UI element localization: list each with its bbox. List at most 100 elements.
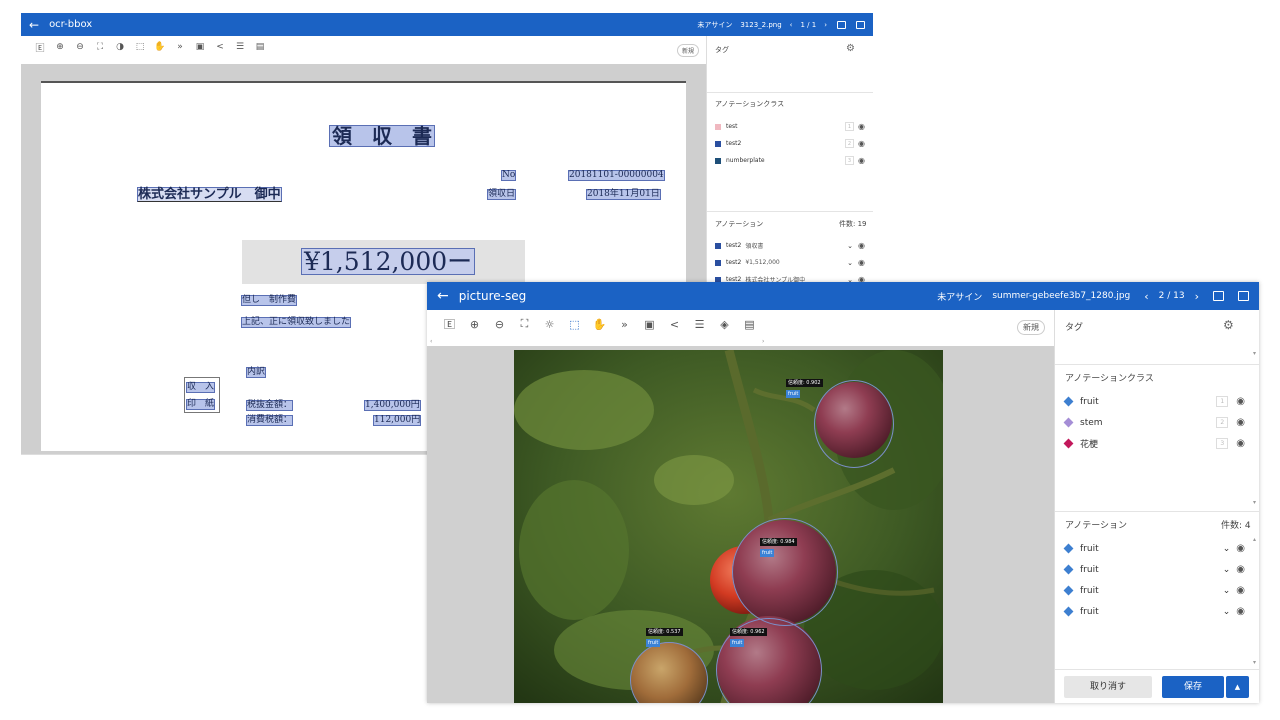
annotation-item-2[interactable]: test2 ¥1,512,000 ⌄ ◉ [715,254,865,271]
share-icon[interactable]: < [662,318,687,331]
class-item-3[interactable]: numberplate 3 ◉ [715,152,865,169]
class-item-1[interactable]: fruit 1 ◉ [1063,391,1245,412]
contrast-icon[interactable]: ◑ [110,42,130,52]
bbox-stamp1[interactable]: 収 入 [186,382,216,393]
hand-tool-icon[interactable]: ✋ [587,318,612,331]
horizontal-scrollbar[interactable]: ‹ › [427,338,1054,346]
next-page-icon[interactable]: › [824,21,827,29]
info-icon[interactable]: 🄴 [437,316,462,332]
bbox-tax-ex-label[interactable]: 税抜金額： [246,400,294,411]
back-arrow-icon[interactable]: ← [29,18,39,32]
eye-icon[interactable]: ◉ [1236,585,1245,596]
tag-scroll-icon[interactable]: ▾ [1253,350,1257,357]
zoom-out-icon[interactable]: ⊖ [70,42,90,52]
info-icon[interactable]: 🄴 [30,41,50,54]
back-arrow-icon[interactable]: ← [437,288,449,304]
annotation-item-3[interactable]: fruit ⌄ ◉ [1063,580,1245,601]
prev-page-icon[interactable]: ‹ [1144,290,1148,303]
notes-icon[interactable] [837,20,846,29]
fruit-mask-2[interactable] [732,518,838,626]
bbox-stamp2[interactable]: 印 紙 [186,399,216,410]
fruit-mask-1[interactable] [814,380,894,468]
image-canvas[interactable]: 信頼度: 0.902 fruit 信頼度: 0.984 fruit 信頼度: 0… [427,346,1054,703]
zoom-in-icon[interactable]: ⊕ [462,318,487,331]
skip-icon[interactable]: » [612,318,637,331]
bbox-tax-label[interactable]: 消費税額： [246,415,294,426]
bbox-company[interactable]: 株式会社サンプル 御中 [137,187,282,202]
notes-icon[interactable] [1213,291,1224,301]
prev-page-icon[interactable]: ‹ [790,21,793,29]
save-options-chevron-icon[interactable]: ▲ [1226,676,1249,698]
bbox-memo1[interactable]: 但し 制作費 [241,295,298,306]
annotation-scroll-icon[interactable]: ▴ [1253,536,1257,543]
class-scroll-icon[interactable]: ▾ [1253,499,1257,506]
new-button[interactable]: 新規 [1017,320,1045,335]
bbox-no-label[interactable]: No [501,170,517,181]
chart-icon[interactable]: ▤ [250,42,270,52]
annotation-item-1[interactable]: test2 領収書 ⌄ ◉ [715,237,865,254]
annotation-item-2[interactable]: fruit ⌄ ◉ [1063,559,1245,580]
bbox-tax-value[interactable]: 112,000円 [373,415,422,426]
bbox-date-label[interactable]: 領収日 [487,189,517,200]
zoom-out-icon[interactable]: ⊖ [487,318,512,331]
eye-icon[interactable]: ◉ [1236,396,1245,407]
scroll-right-icon[interactable]: › [762,338,764,345]
eye-icon[interactable]: ◉ [858,122,865,131]
bbox-breakdown[interactable]: 内訳 [246,367,267,378]
share-icon[interactable]: < [210,42,230,52]
gear-icon[interactable]: ⚙ [846,43,855,54]
bbox-tool-icon[interactable]: ⬚ [130,42,150,52]
chevron-down-icon[interactable]: ⌄ [1223,607,1231,617]
bbox-amount[interactable]: ¥1,512,000ー [301,248,476,275]
eye-icon[interactable]: ◉ [1236,438,1245,449]
keyboard-icon[interactable] [856,20,865,29]
save-icon[interactable]: ▣ [190,42,210,52]
bbox-tax-ex-value[interactable]: 1,400,000円 [364,400,421,411]
cancel-button[interactable]: 取り消す [1064,676,1152,698]
brightness-icon[interactable]: ☼ [537,318,562,331]
bbox-date-value[interactable]: 2018年11月01日 [586,189,661,200]
fit-screen-icon[interactable]: ⛶ [512,317,537,331]
gear-icon[interactable]: ⚙ [1223,318,1234,332]
comment-icon[interactable]: ☰ [230,42,250,52]
assignee-label[interactable]: 未アサイン [937,290,982,303]
new-button[interactable]: 新規 [677,44,700,57]
polygon-tool-icon[interactable]: ⬚ [562,318,587,331]
bbox-memo2[interactable]: 上記、正に領収致しました [241,317,352,328]
chart-icon[interactable]: ▤ [737,318,762,331]
fit-screen-icon[interactable]: ⛶ [90,42,110,52]
eye-icon[interactable]: ◉ [858,156,865,165]
eye-icon[interactable]: ◉ [1236,606,1245,617]
chevron-down-icon[interactable]: ⌄ [1223,544,1231,554]
hand-tool-icon[interactable]: ✋ [150,42,170,52]
eye-icon[interactable]: ◉ [1236,417,1245,428]
chevron-down-icon[interactable]: ⌄ [1223,565,1231,575]
annotation-item-4[interactable]: fruit ⌄ ◉ [1063,601,1245,622]
annotation-item-1[interactable]: fruit ⌄ ◉ [1063,538,1245,559]
layers-icon[interactable]: ◈ [712,318,737,331]
scroll-left-icon[interactable]: ‹ [430,338,432,345]
next-page-icon[interactable]: › [1195,290,1199,303]
eye-icon[interactable]: ◉ [1236,543,1245,554]
keyboard-icon[interactable] [1238,291,1249,301]
eye-icon[interactable]: ◉ [858,258,865,267]
annotation-scroll-down-icon[interactable]: ▾ [1253,659,1257,666]
chevron-down-icon[interactable]: ⌄ [847,242,853,250]
class-item-2[interactable]: test2 2 ◉ [715,135,865,152]
bbox-receipt-title[interactable]: 領 収 書 [329,125,435,147]
save-button[interactable]: 保存 [1162,676,1224,698]
comment-icon[interactable]: ☰ [687,318,712,331]
zoom-in-icon[interactable]: ⊕ [50,42,70,52]
eye-icon[interactable]: ◉ [858,241,865,250]
eye-icon[interactable]: ◉ [1236,564,1245,575]
chevron-down-icon[interactable]: ⌄ [847,259,853,267]
assignee-label[interactable]: 未アサイン [697,20,732,30]
class-item-1[interactable]: test 1 ◉ [715,118,865,135]
eye-icon[interactable]: ◉ [858,139,865,148]
chevron-down-icon[interactable]: ⌄ [1223,586,1231,596]
class-item-3[interactable]: 花梗 3 ◉ [1063,433,1245,454]
skip-icon[interactable]: » [170,42,190,52]
bbox-no-value[interactable]: 20181101-00000004 [568,170,665,181]
class-item-2[interactable]: stem 2 ◉ [1063,412,1245,433]
save-icon[interactable]: ▣ [637,318,662,331]
